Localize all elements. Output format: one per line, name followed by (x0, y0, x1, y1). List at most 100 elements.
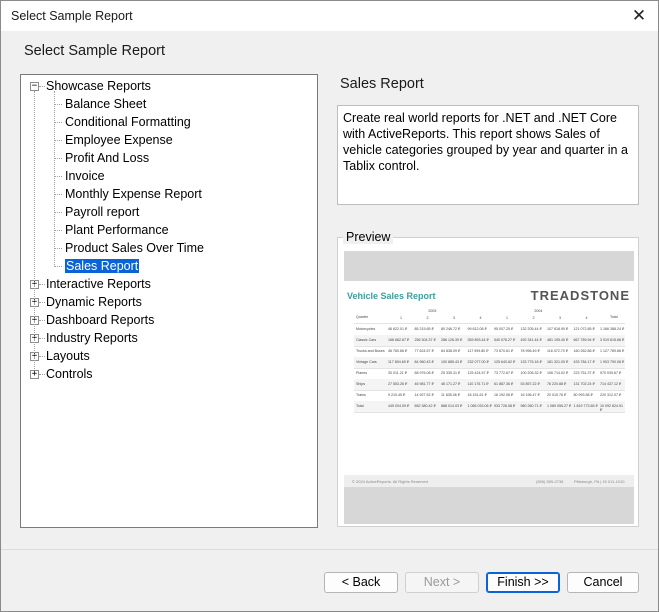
preview-value-cell: 125 640.62 ₽ (494, 360, 516, 364)
preview-value-cell: 110 175.71 ₽ (467, 382, 489, 386)
preview-label: Preview (343, 230, 394, 244)
tree-connector (39, 302, 45, 303)
preview-logo: TREADSTONE (530, 288, 630, 303)
report-tree[interactable]: − Showcase Reports Balance Sheet Conditiona… (20, 74, 318, 528)
preview-value-cell: 106 714.02 ₽ (547, 371, 569, 375)
preview-footer-address: Pittsburgh, PA | 15 011-1010 (574, 479, 625, 484)
window-title: Select Sample Report (11, 9, 133, 23)
preview-value-cell: 286 126.39 ₽ (441, 338, 463, 342)
tree-item-profit-and-loss[interactable]: Profit And Loss (65, 149, 149, 167)
preview-value-cell: 46 622.01 ₽ (388, 327, 408, 331)
tree-item-invoice[interactable]: Invoice (65, 167, 105, 185)
preview-year-cell: 2004 (534, 309, 543, 313)
tree-item-dashboard-reports[interactable]: Dashboard Reports (46, 311, 154, 329)
finish-button[interactable]: Finish >> (486, 572, 560, 593)
preview-value-cell: 117 894.69 ₽ (388, 360, 410, 364)
preview-value-cell: 53 857.22 ₽ (520, 382, 540, 386)
tree-connector (54, 176, 62, 177)
tree-item-balance-sheet[interactable]: Balance Sheet (65, 95, 146, 113)
tree-item-industry-reports[interactable]: Industry Reports (46, 329, 138, 347)
preview-value-cell: 73 670.61 ₽ (494, 349, 514, 353)
tree-item-dynamic-reports[interactable]: Dynamic Reports (46, 293, 142, 311)
close-icon[interactable]: ✕ (620, 1, 658, 31)
preview-footer: © 2024 ActiveReports. All Rights Reserve… (344, 475, 634, 487)
tree-connector (54, 248, 62, 249)
preview-value-cell: 99 612.08 ₽ (467, 327, 487, 331)
next-button[interactable]: Next > (405, 572, 479, 593)
preview-value-cell: 980 260.71 ₽ (520, 404, 542, 408)
cancel-button[interactable]: Cancel (567, 572, 639, 593)
preview-value-cell: 688 014.03 ₽ (441, 404, 463, 408)
preview-value-cell: 76 220.88 ₽ (547, 382, 567, 386)
preview-value-cell: 46 981.77 ₽ (414, 382, 434, 386)
preview-total-cell: 1 903 790.08 ₽ (600, 360, 625, 364)
preview-value-cell: 1 819 773.65 ₽ (573, 404, 598, 408)
tree-item-layouts[interactable]: Layouts (46, 347, 90, 365)
preview-row-label: Total (356, 404, 364, 408)
preview-row-label: Ships (356, 382, 365, 386)
back-button[interactable]: < Back (324, 572, 398, 593)
preview-footer-phone: (555) 555-2738 (536, 479, 564, 484)
preview-total-cell: 970 039.67 ₽ (600, 371, 622, 375)
preview-value-cell: 25 335.31 ₽ (441, 371, 461, 375)
tree-connector (39, 374, 45, 375)
report-preview-image: Vehicle Sales Report TREADSTONE Quarter 2… (344, 251, 634, 524)
tree-item-payroll-report[interactable]: Payroll report (65, 203, 139, 221)
preview-value-cell: 121 072.85 ₽ (573, 327, 595, 331)
preview-value-cell: 492 341.44 ₽ (520, 338, 542, 342)
preview-value-cell: 85 215.65 ₽ (414, 327, 434, 331)
preview-value-cell: 68 976.08 ₽ (414, 371, 434, 375)
tree-item-showcase-reports[interactable]: Showcase Reports (46, 77, 151, 95)
preview-row-label: Planes (356, 371, 367, 375)
tree-connector (54, 122, 62, 123)
preview-value-cell: 84 960.43 ₽ (414, 360, 434, 364)
button-separator (1, 549, 658, 550)
preview-value-cell: 481 195.40 ₽ (547, 338, 569, 342)
preview-value-cell: 73 772.67 ₽ (494, 371, 514, 375)
tree-item-product-sales-over-time[interactable]: Product Sales Over Time (65, 239, 204, 257)
collapse-icon[interactable]: − (30, 82, 39, 91)
tree-connector (39, 356, 45, 357)
tree-item-plant-performance[interactable]: Plant Performance (65, 221, 169, 239)
preview-value-cell: 116 472.70 ₽ (547, 349, 569, 353)
preview-value-cell: 80 246.72 ₽ (441, 327, 461, 331)
tree-connector (54, 91, 55, 267)
tree-item-interactive-reports[interactable]: Interactive Reports (46, 275, 151, 293)
tree-item-sales-report[interactable]: Sales Report (63, 257, 141, 275)
tree-item-monthly-expense-report[interactable]: Monthly Expense Report (65, 185, 202, 203)
preview-quarter-cell: 4 (479, 316, 482, 320)
preview-value-cell: 359 893.44 ₽ (467, 338, 489, 342)
preview-value-cell: 117 999.80 ₽ (467, 349, 489, 353)
preview-value-cell: 61 887.36 ₽ (494, 382, 514, 386)
preview-value-cell: 445 004.09 ₽ (388, 404, 410, 408)
preview-value-cell: 46 171.27 ₽ (441, 382, 461, 386)
preview-bottom-band (344, 487, 634, 524)
preview-value-cell: 27 553.26 ₽ (388, 382, 408, 386)
preview-table-row: Total 445 004.09 ₽ 652 380.42 ₽ 688 014.03 … (354, 401, 625, 413)
preview-row-label: Vintage Cars (356, 360, 377, 364)
preview-total-cell: 1 127 789.66 ₽ (600, 349, 625, 353)
report-title: Sales Report (340, 76, 424, 92)
tree-item-employee-expense[interactable]: Employee Expense (65, 131, 173, 149)
tree-item-controls[interactable]: Controls (46, 365, 93, 383)
preview-row-label: Classic Cars (356, 338, 377, 342)
preview-total-cell: 714 437.12 ₽ (600, 382, 622, 386)
preview-quarter-cell: 3 (453, 316, 455, 320)
tree-connector (54, 212, 62, 213)
preview-value-cell: 1 089 055.27 ₽ (547, 404, 572, 408)
tree-connector (54, 266, 62, 267)
preview-value-cell: 80 993.58 ₽ (573, 393, 593, 397)
preview-value-cell: 77 624.57 ₽ (414, 349, 434, 353)
tree-item-conditional-formatting[interactable]: Conditional Formatting (65, 113, 191, 131)
preview-row-label: Motorcycles (356, 327, 376, 331)
preview-value-cell: 18 151.61 ₽ (467, 393, 487, 397)
preview-value-cell: 84 838.09 ₽ (441, 349, 461, 353)
expand-icon[interactable]: + (30, 370, 39, 379)
preview-value-cell: 16 196.47 ₽ (520, 393, 540, 397)
preview-value-cell: 107 818.90 ₽ (547, 327, 569, 331)
tree-connector (34, 91, 35, 369)
tree-connector (39, 320, 45, 321)
preview-footer-copyright: © 2024 ActiveReports. All Rights Reserve… (352, 479, 428, 484)
tree-connector (54, 104, 62, 105)
preview-value-cell: 133 776.18 ₽ (520, 360, 542, 364)
